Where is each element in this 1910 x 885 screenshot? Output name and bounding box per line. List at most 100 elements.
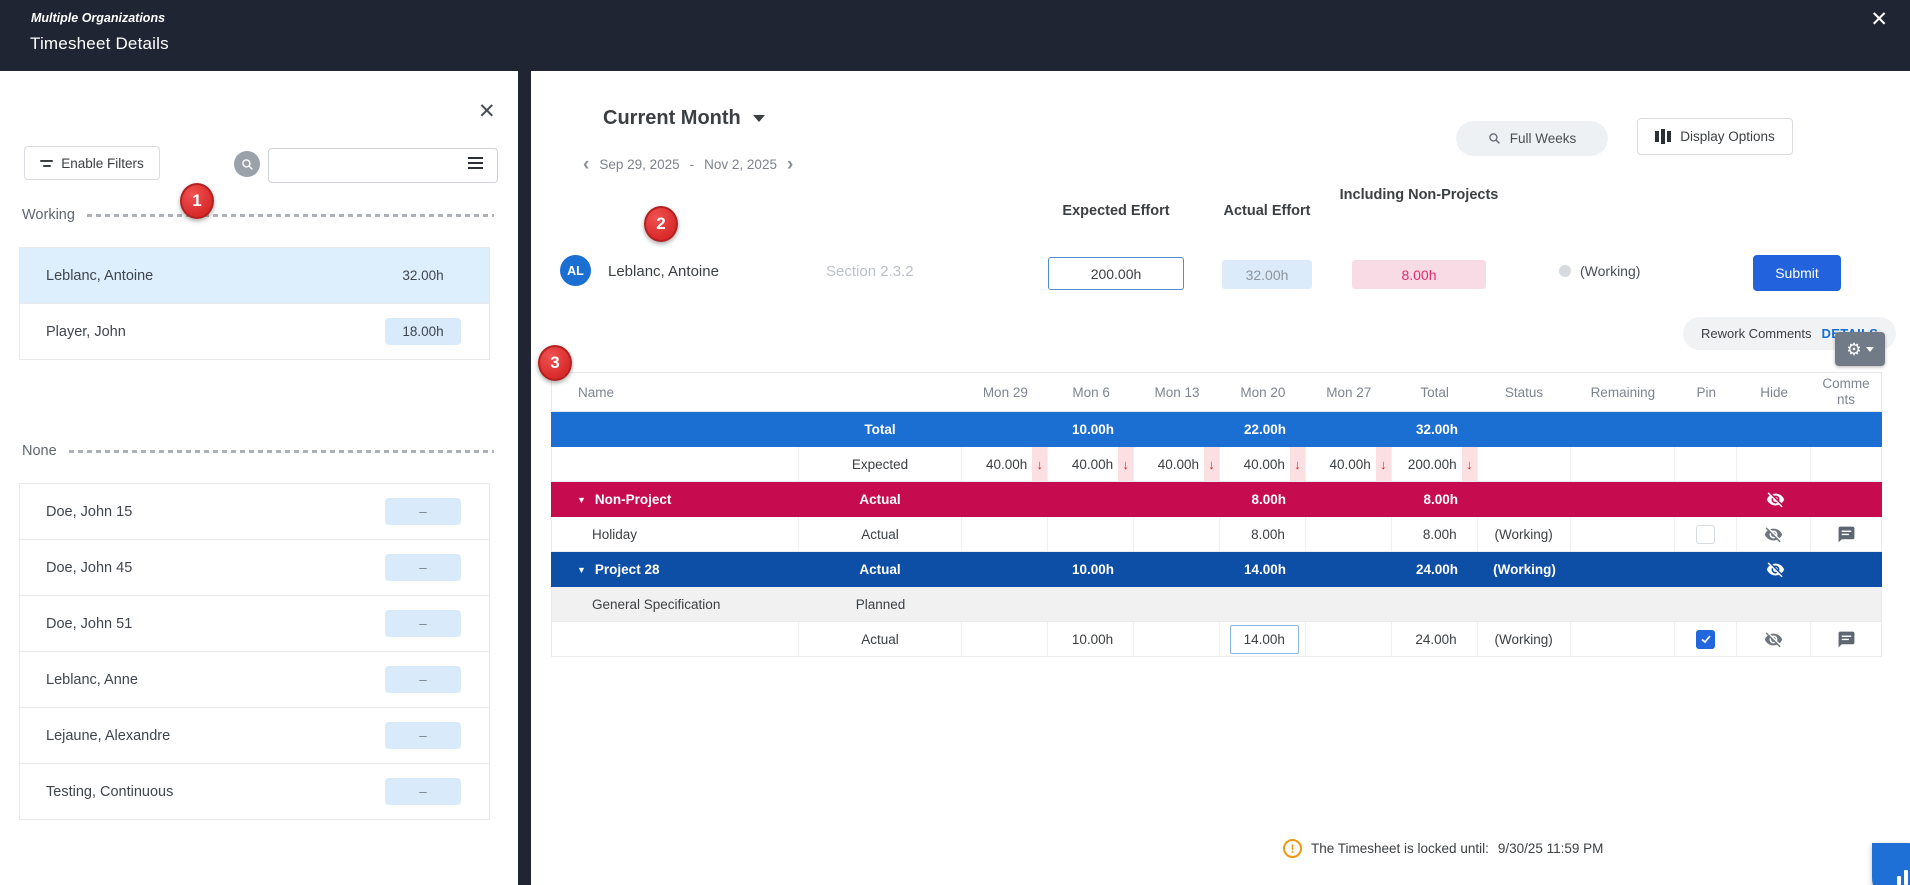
col-header-mon20[interactable]: Mon 20 <box>1220 373 1306 411</box>
col-header-mon29[interactable]: Mon 29 <box>962 373 1048 411</box>
list-item-doe-john-15[interactable]: Doe, John 15 – <box>20 484 489 540</box>
cell-status: (Working) <box>1478 517 1571 551</box>
table-settings-button[interactable]: ⚙ <box>1835 332 1885 366</box>
person-status-label: (Working) <box>1580 263 1640 279</box>
cell-mon27[interactable] <box>1306 517 1392 551</box>
under-expected-arrow-icon: ↓ <box>1462 447 1477 481</box>
resource-sidebar: ✕ Enable Filters 1 Working Leblanc, Anto… <box>0 71 518 885</box>
chart-fab-button[interactable] <box>1872 843 1910 885</box>
hide-eye-off-icon[interactable] <box>1764 525 1783 544</box>
under-expected-arrow-icon: ↓ <box>1118 447 1133 481</box>
resource-hours: – <box>385 666 461 693</box>
hide-eye-off-icon[interactable] <box>1764 630 1783 649</box>
grid-row-holiday[interactable]: Holiday Actual 8.00h 8.00h (Working) <box>551 517 1882 552</box>
search-icon <box>1488 132 1501 145</box>
collapse-caret-icon[interactable]: ▼ <box>577 565 586 575</box>
row-type-label: Actual <box>798 552 962 587</box>
under-expected-arrow-icon: ↓ <box>1032 447 1047 481</box>
cell-mon20[interactable]: 8.00h <box>1220 517 1306 551</box>
cell-status: (Working) <box>1478 552 1571 587</box>
cell-mon20-focused[interactable]: 14.00h <box>1220 622 1306 656</box>
resource-hours: – <box>385 778 461 805</box>
hide-eye-off-icon[interactable] <box>1766 560 1785 579</box>
col-header-mon13[interactable]: Mon 13 <box>1134 373 1220 411</box>
collapse-caret-icon[interactable]: ▼ <box>577 495 586 505</box>
timesheet-main: Current Month ‹ Sep 29, 2025 - Nov 2, 20… <box>531 71 1910 885</box>
list-item-doe-john-51[interactable]: Doe, John 51 – <box>20 596 489 652</box>
warning-icon: ! <box>1283 839 1302 858</box>
prev-period-icon[interactable]: ‹ <box>583 155 589 174</box>
window-title: Timesheet Details <box>30 34 169 54</box>
cell-mon6: 10.00h <box>1048 552 1134 587</box>
col-header-comments[interactable]: Comments <box>1811 373 1881 411</box>
date-range-nav: ‹ Sep 29, 2025 - Nov 2, 2025 › <box>583 155 793 174</box>
resource-hours: – <box>385 554 461 581</box>
cell-mon6[interactable]: 10.00h <box>1048 622 1134 656</box>
hide-eye-off-icon[interactable] <box>1766 490 1785 509</box>
rework-comments-label[interactable]: Rework Comments <box>1701 326 1812 341</box>
chevron-down-icon <box>753 115 765 122</box>
list-item-testing-continuous[interactable]: Testing, Continuous – <box>20 764 489 820</box>
list-item-doe-john-45[interactable]: Doe, John 45 – <box>20 540 489 596</box>
cell-mon29[interactable] <box>962 517 1048 551</box>
sidebar-search-input[interactable] <box>268 148 498 183</box>
list-item-lejaune-alexandre[interactable]: Lejaune, Alexandre – <box>20 708 489 764</box>
lock-message: ! The Timesheet is locked until: 9/30/25… <box>1283 839 1603 858</box>
cell-mon6: 10.00h <box>1048 412 1134 447</box>
resource-name: Doe, John 45 <box>46 560 132 576</box>
col-header-total[interactable]: Total <box>1392 373 1478 411</box>
cell-mon29[interactable] <box>962 622 1048 656</box>
next-period-icon[interactable]: › <box>787 155 793 174</box>
submit-button[interactable]: Submit <box>1753 255 1841 291</box>
cell-mon27[interactable] <box>1306 622 1392 656</box>
cell-mon20: 22.00h <box>1220 412 1306 447</box>
timesheet-grid: Name Mon 29 Mon 6 Mon 13 Mon 20 Mon 27 T… <box>551 372 1882 657</box>
filter-icon <box>40 160 53 167</box>
actual-effort-value: 32.00h <box>1222 260 1312 289</box>
group-none: None <box>22 443 494 459</box>
cell-total: 24.00h <box>1392 622 1478 656</box>
sidebar-search-icon[interactable] <box>234 151 260 177</box>
cell-mon13[interactable] <box>1134 622 1220 656</box>
resource-name: Doe, John 15 <box>46 504 132 520</box>
col-header-pin[interactable]: Pin <box>1675 373 1737 411</box>
time-entry-input[interactable]: 14.00h <box>1230 625 1299 654</box>
grid-row-non-project[interactable]: ▼Non-Project Actual 8.00h 8.00h <box>551 482 1882 517</box>
comment-icon[interactable] <box>1837 525 1856 544</box>
full-weeks-toggle[interactable]: Full Weeks <box>1456 121 1608 156</box>
group-divider <box>87 214 494 217</box>
cell-mon13[interactable] <box>1134 517 1220 551</box>
window-close-icon[interactable]: ✕ <box>1870 9 1888 30</box>
annotation-badge-1: 1 <box>180 183 214 219</box>
resource-name: Doe, John 51 <box>46 616 132 632</box>
row-type-label: Expected <box>799 447 963 481</box>
grid-row-actual-entry[interactable]: Actual 10.00h 14.00h 24.00h (Working) <box>551 622 1882 657</box>
row-name: Non-Project <box>595 492 672 507</box>
sidebar-close-icon[interactable]: ✕ <box>478 101 496 122</box>
pin-checkbox-unchecked[interactable] <box>1696 525 1715 544</box>
col-header-name[interactable]: Name <box>552 373 799 411</box>
expected-effort-input[interactable] <box>1048 257 1184 290</box>
col-header-hide[interactable]: Hide <box>1737 373 1811 411</box>
col-header-mon27[interactable]: Mon 27 <box>1306 373 1392 411</box>
display-options-button[interactable]: Display Options <box>1637 118 1793 155</box>
list-item-player-john[interactable]: Player, John 18.00h <box>20 304 489 360</box>
resource-hours: – <box>385 610 461 637</box>
list-item-leblanc-antoine[interactable]: Leblanc, Antoine 32.00h <box>20 248 489 304</box>
comment-icon[interactable] <box>1837 630 1856 649</box>
enable-filters-button[interactable]: Enable Filters <box>24 146 160 180</box>
including-nonprojects-label: Including Non-Projects <box>1324 184 1514 206</box>
col-header-remaining[interactable]: Remaining <box>1570 373 1675 411</box>
pin-checkbox-checked[interactable] <box>1696 630 1715 649</box>
grid-row-project-28[interactable]: ▼Project 28 Actual 10.00h 14.00h 24.00h … <box>551 552 1882 587</box>
period-selector[interactable]: Current Month <box>603 107 765 130</box>
grid-row-general-specification[interactable]: General Specification Planned <box>551 587 1882 622</box>
cell-mon6[interactable] <box>1048 517 1134 551</box>
search-menu-icon[interactable] <box>468 157 483 169</box>
col-header-mon6[interactable]: Mon 6 <box>1048 373 1134 411</box>
display-options-label: Display Options <box>1680 129 1775 144</box>
col-header-status[interactable]: Status <box>1478 373 1571 411</box>
resource-name: Lejaune, Alexandre <box>46 728 170 744</box>
list-item-leblanc-anne[interactable]: Leblanc, Anne – <box>20 652 489 708</box>
lock-time: 9/30/25 11:59 PM <box>1498 841 1604 856</box>
